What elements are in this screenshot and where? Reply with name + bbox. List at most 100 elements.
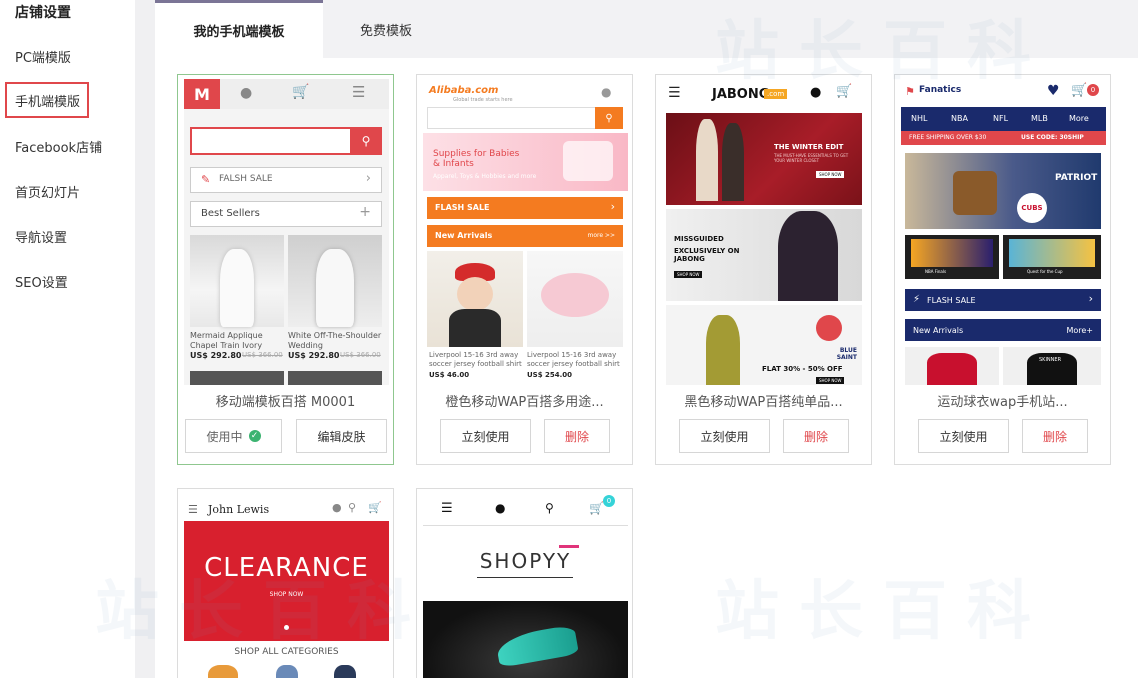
new-arrivals-label: New Arrivals — [913, 326, 964, 335]
tab-bar: 我的手机端模板 免费模板 — [155, 0, 1138, 58]
sidebar-item-pc-template[interactable]: PC端模版 — [0, 38, 135, 74]
product-image — [427, 251, 523, 347]
delete-button[interactable]: 删除 — [544, 419, 610, 453]
product-price: US$ 292.80 — [190, 351, 242, 360]
delete-button[interactable]: 删除 — [1022, 419, 1088, 453]
template-preview[interactable]: ☰ ● ⚲ 🛒 0 SHOPYY — [423, 493, 628, 678]
lightning-icon: ⚡ — [913, 294, 921, 305]
use-now-button[interactable]: 立刻使用 — [440, 419, 531, 453]
in-use-button[interactable]: 使用中 ✓ — [185, 419, 282, 453]
delete-button[interactable]: 删除 — [783, 419, 849, 453]
user-icon: ● — [495, 501, 506, 515]
preview-banner-missguided: MISSGUIDED EXCLUSIVELY ON JABONG SHOP NO… — [666, 209, 862, 301]
shop-now-button: SHOP NOW — [816, 377, 845, 384]
preview-best-sellers-label: Best Sellers — [201, 208, 260, 219]
use-now-button[interactable]: 立刻使用 — [918, 419, 1009, 453]
template-preview[interactable]: M ● 🛒 ☰ ⚲ ✎ FALSH SALE › Best Sellers + — [184, 79, 389, 385]
check-circle-icon: ✓ — [248, 430, 261, 442]
more-link: More+ — [1066, 326, 1093, 335]
sidebar-item-mobile-template[interactable]: 手机端模版 — [5, 82, 89, 118]
product-name: Mermaid Applique Chapel Train Ivory — [190, 331, 263, 350]
product-price: US$ 254.00 — [527, 371, 573, 379]
promo-code: USE CODE: 30SHIP — [1021, 134, 1084, 141]
user-icon: ● — [601, 85, 612, 99]
sidebar-item-facebook-store[interactable]: Facebook店铺 — [0, 128, 135, 164]
chevron-right-icon: › — [610, 200, 615, 213]
banner-subtext: SHOP NOW — [269, 591, 304, 598]
cart-count-badge: 0 — [1087, 84, 1099, 96]
product-image — [190, 235, 284, 327]
preview-flash-sale-row: ✎ FALSH SALE › — [190, 167, 382, 193]
sidebar-item-seo-settings[interactable]: SEO设置 — [0, 263, 135, 299]
sidebar-item-navigation-settings[interactable]: 导航设置 — [0, 218, 135, 254]
banner-text: Supplies for Babies & Infants — [433, 149, 520, 169]
product-image — [288, 235, 382, 327]
template-title: 运动球衣wap手机站... — [937, 395, 1068, 410]
template-preview[interactable]: ☰ John Lewis ● ⚲ 🛒 CLEARANCE SHOP NOW SH… — [184, 493, 389, 678]
product-image — [190, 371, 284, 385]
template-card-sports-jersey: ⚑ Fanatics ♥ 🛒 0 NHL NBA NFL MLB More FR… — [894, 74, 1111, 465]
preview-logo: SHOPYY — [479, 549, 572, 573]
product-price: US$ 292.80 — [288, 351, 340, 360]
tag-icon: ✎ — [201, 173, 211, 186]
preview-new-arrivals-bar: New Arrivals more >> — [427, 225, 623, 247]
category-image — [208, 665, 238, 678]
preview-flash-sale-label: FALSH SALE — [219, 174, 273, 184]
template-preview[interactable]: ☰ JABONG .com ● 🛒 THE WINTER EDIT THE MU… — [662, 79, 867, 385]
preview-logo: John Lewis — [208, 503, 270, 516]
template-title: 橙色移动WAP百搭多用途... — [445, 395, 604, 410]
category-image — [334, 665, 356, 678]
watermark: 站长百科 — [715, 575, 1051, 649]
preview-header: M ● 🛒 ☰ — [184, 79, 389, 109]
nav-item: MLB — [1031, 114, 1048, 123]
jersey-text: PATRIOT — [1055, 173, 1098, 183]
edit-skin-button[interactable]: 编辑皮肤 — [296, 419, 387, 453]
search-icon: ⚲ — [348, 501, 357, 514]
cart-icon: 🛒 — [292, 84, 310, 100]
template-title: 移动端模板百搭 M0001 — [215, 395, 356, 410]
banner-brand: MISSGUIDED — [674, 235, 724, 243]
product-image — [527, 251, 623, 347]
user-icon: ● — [810, 85, 822, 100]
use-now-button[interactable]: 立刻使用 — [679, 419, 770, 453]
preview-logo: Alibaba.com — [429, 85, 499, 96]
cart-count-badge: 0 — [603, 495, 615, 507]
new-arrivals-label: New Arrivals — [435, 231, 493, 240]
template-preview[interactable]: ⚑ Fanatics ♥ 🛒 0 NHL NBA NFL MLB More FR… — [901, 79, 1106, 385]
preview-flash-sale-bar: ⚡ FLASH SALE › — [905, 289, 1101, 311]
preview-banner: CLEARANCE SHOP NOW — [184, 521, 389, 641]
product-name: Liverpool 15-16 3rd away soccer jersey f… — [429, 351, 522, 368]
nav-item: NFL — [993, 114, 1009, 123]
sidebar-item-homepage-slides[interactable]: 首页幻灯片 — [0, 173, 135, 209]
heart-icon: ♥ — [1047, 83, 1060, 99]
nav-item: NHL — [911, 114, 928, 123]
cubs-logo: CUBS — [1017, 193, 1047, 223]
logo-tag: .com — [764, 89, 788, 99]
preview-new-arrivals-bar: New Arrivals More+ — [905, 319, 1101, 341]
cart-icon: 🛒 — [1071, 83, 1088, 98]
main-content: 我的手机端模板 免费模板 M ● 🛒 ☰ ⚲ ✎ FALSH SALE › Be… — [95, 0, 1138, 678]
template-preview[interactable]: Alibaba.com Global trade starts here ● ⚲… — [423, 79, 628, 385]
plus-icon: + — [359, 204, 371, 220]
preview-flash-sale-bar: FLASH SALE › — [427, 197, 623, 219]
search-icon: ⚲ — [350, 127, 382, 155]
banner-heading: EXCLUSIVELY ON JABONG — [674, 247, 740, 263]
template-card-m0001: M ● 🛒 ☰ ⚲ ✎ FALSH SALE › Best Sellers + — [177, 74, 394, 465]
preview-logo: Fanatics — [919, 85, 962, 95]
user-icon: ● — [332, 501, 342, 514]
cart-icon: 🛒 — [368, 501, 382, 514]
search-icon: ⚲ — [595, 107, 623, 129]
product-image: SKINNER — [1003, 347, 1101, 385]
tab-free-templates[interactable]: 免费模板 — [323, 0, 449, 58]
search-icon: ⚲ — [545, 501, 554, 515]
cart-icon: 🛒 — [589, 501, 604, 515]
tab-my-mobile-templates[interactable]: 我的手机端模板 — [155, 0, 323, 58]
gutter — [135, 0, 155, 678]
flash-sale-label: FLASH SALE — [435, 203, 490, 212]
preview-nav: NHL NBA NFL MLB More — [901, 107, 1106, 131]
preview-logo-tagline: Global trade starts here — [453, 97, 513, 103]
preview-hero: CUBS PATRIOT — [905, 153, 1101, 229]
product-name: Liverpool 15-16 3rd away soccer jersey f… — [527, 351, 620, 368]
preview-best-sellers-row: Best Sellers + — [190, 201, 382, 227]
banner-heading: FLAT 30% - 50% OFF — [762, 365, 843, 373]
